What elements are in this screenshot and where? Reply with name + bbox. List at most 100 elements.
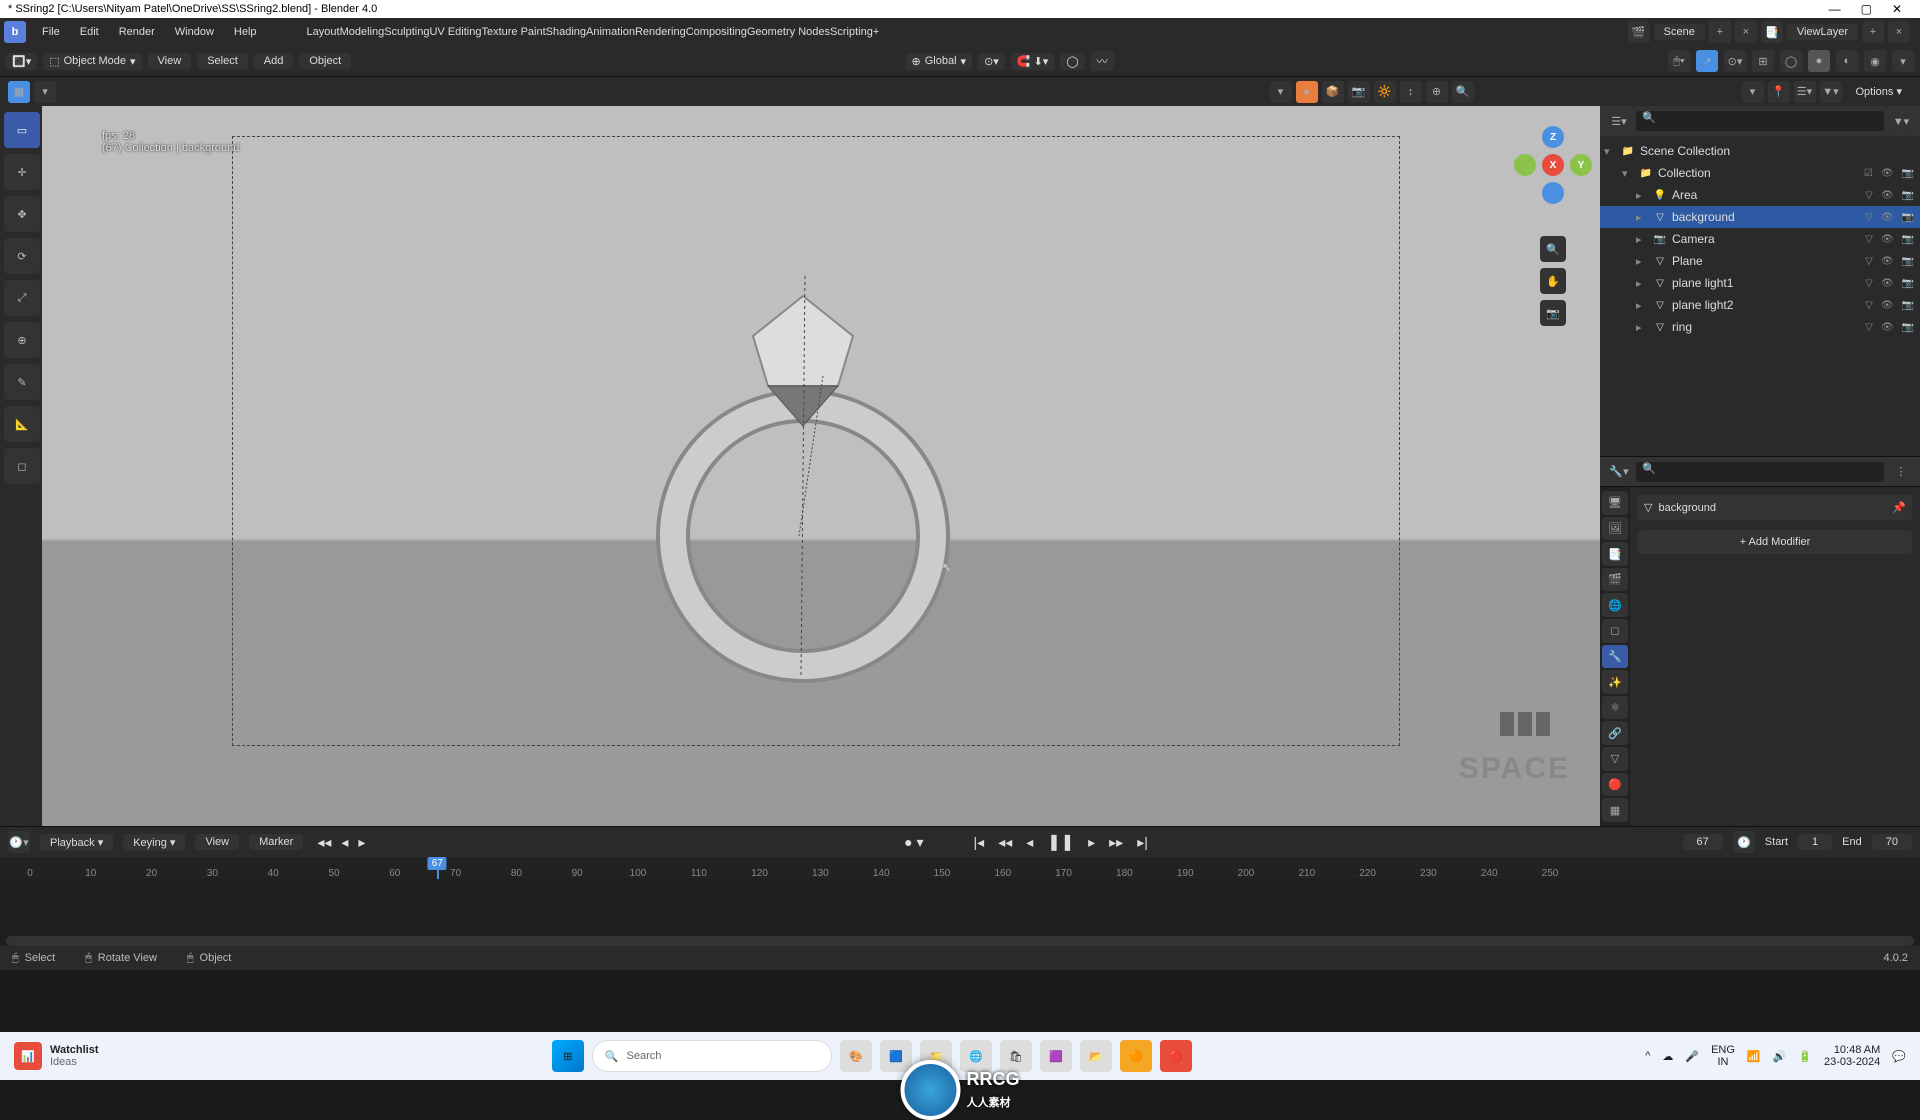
tab-modeling[interactable]: Modeling bbox=[340, 26, 385, 38]
tray-battery-icon[interactable]: 🔋 bbox=[1798, 1050, 1812, 1063]
menu-add[interactable]: Add bbox=[254, 53, 294, 69]
tree-item-background[interactable]: ▸ ▽ background ▽ 👁 📷 bbox=[1600, 206, 1920, 228]
editor-type-selector[interactable]: 🔳▾ bbox=[6, 53, 37, 70]
modifier-link-icon[interactable]: ▽ bbox=[1863, 234, 1875, 245]
render-icon[interactable]: 📷 bbox=[1900, 278, 1916, 289]
viewlayer-new-icon[interactable]: + bbox=[1862, 21, 1884, 43]
eye-icon[interactable]: 👁 bbox=[1879, 190, 1896, 201]
render-icon[interactable]: 📷 bbox=[1900, 256, 1916, 267]
pan-icon[interactable]: ✋ bbox=[1540, 268, 1566, 294]
render-icon[interactable]: 📷 bbox=[1900, 234, 1916, 245]
start-button[interactable]: ⊞ bbox=[552, 1040, 584, 1072]
timeline-scrollbar[interactable] bbox=[6, 936, 1914, 946]
prop-tab-object[interactable]: ◻ bbox=[1602, 619, 1628, 643]
xray-icon[interactable]: ⊞ bbox=[1752, 50, 1774, 72]
autokey-record-icon[interactable]: ● ▾ bbox=[900, 832, 927, 853]
minimize-button[interactable]: — bbox=[1819, 2, 1851, 16]
jump-end-icon[interactable]: ▸| bbox=[1133, 832, 1152, 853]
render-icon[interactable]: 📷 bbox=[1900, 190, 1916, 201]
header-icon-2[interactable]: 📍 bbox=[1768, 81, 1790, 103]
eye-icon[interactable]: 👁 bbox=[1879, 256, 1896, 267]
taskbar-search-input[interactable]: 🔍 Search bbox=[592, 1040, 832, 1072]
menu-window[interactable]: Window bbox=[165, 22, 224, 42]
axis-y-icon[interactable]: Y bbox=[1570, 154, 1592, 176]
menu-help[interactable]: Help bbox=[224, 22, 267, 42]
timeline-ruler[interactable]: 0102030405060708090100110120130140150160… bbox=[0, 857, 1920, 879]
header-icon-1[interactable]: ▾ bbox=[1742, 81, 1764, 103]
modifier-link-icon[interactable]: ▽ bbox=[1863, 190, 1875, 201]
select-mode-icon[interactable]: ▾ bbox=[34, 81, 56, 103]
pause-button[interactable]: ❚❚ bbox=[1043, 830, 1078, 854]
tray-mic-icon[interactable]: 🎤 bbox=[1685, 1050, 1699, 1063]
cursor-tool[interactable]: ✛ bbox=[4, 154, 40, 190]
properties-breadcrumb[interactable]: ▽ background 📌 bbox=[1638, 495, 1912, 520]
shading-options-icon[interactable]: ▾ bbox=[1892, 50, 1914, 72]
prop-tab-particles[interactable]: ✨ bbox=[1602, 670, 1628, 694]
tray-volume-icon[interactable]: 🔊 bbox=[1773, 1050, 1787, 1063]
tree-item-plane-light2[interactable]: ▸ ▽ plane light2 ▽ 👁 📷 bbox=[1600, 294, 1920, 316]
eye-icon[interactable]: 👁 bbox=[1879, 168, 1896, 179]
taskbar-widgets[interactable]: 📊 Watchlist Ideas bbox=[14, 1042, 99, 1070]
modifier-link-icon[interactable]: ▽ bbox=[1863, 278, 1875, 289]
outliner-editor-icon[interactable]: ☰▾ bbox=[1608, 110, 1630, 132]
tab-layout[interactable]: Layout bbox=[307, 26, 340, 38]
outliner-filter-icon[interactable]: ▼▾ bbox=[1890, 110, 1912, 132]
scene-delete-icon[interactable]: × bbox=[1735, 21, 1757, 43]
play-forward-icon[interactable]: ▸ bbox=[1084, 832, 1099, 853]
tree-item-ring[interactable]: ▸ ▽ ring ▽ 👁 📷 bbox=[1600, 316, 1920, 338]
gizmo-visibility-icon[interactable]: 🖱▾ bbox=[1668, 50, 1690, 72]
axis-z-icon[interactable]: Z bbox=[1542, 126, 1564, 148]
menu-view[interactable]: View bbox=[148, 53, 192, 69]
tab-compositing[interactable]: Compositing bbox=[686, 26, 747, 38]
select-tool-icon[interactable]: ▦ bbox=[8, 81, 30, 103]
prop-tab-output[interactable]: 🖼 bbox=[1602, 517, 1628, 541]
menu-render[interactable]: Render bbox=[109, 22, 165, 42]
prop-tab-material[interactable]: 🔴 bbox=[1602, 773, 1628, 797]
eye-icon[interactable]: 👁 bbox=[1879, 300, 1896, 311]
blender-logo-icon[interactable]: b bbox=[4, 21, 26, 43]
search-icon[interactable]: 🔍 bbox=[1452, 81, 1474, 103]
shading-solid-icon[interactable]: ● bbox=[1808, 50, 1830, 72]
shading-wireframe-icon[interactable]: ◯ bbox=[1780, 50, 1802, 72]
use-preview-range-icon[interactable]: 🕐 bbox=[1733, 831, 1755, 853]
jump-start-icon[interactable]: |◂ bbox=[970, 832, 989, 853]
measure-tool[interactable]: 📐 bbox=[4, 406, 40, 442]
outliner-search-input[interactable]: 🔍 bbox=[1636, 111, 1884, 131]
pivot-selector[interactable]: ⊙▾ bbox=[978, 53, 1005, 70]
scene-new-icon[interactable]: + bbox=[1709, 21, 1731, 43]
tab-add-button[interactable]: + bbox=[873, 26, 879, 38]
tree-item-Plane[interactable]: ▸ ▽ Plane ▽ 👁 📷 bbox=[1600, 250, 1920, 272]
tab-shading[interactable]: Shading bbox=[546, 26, 586, 38]
axis-x-icon[interactable]: X bbox=[1542, 154, 1564, 176]
tray-chevron-icon[interactable]: ^ bbox=[1645, 1050, 1650, 1062]
tree-item-Area[interactable]: ▸ 💡 Area ▽ 👁 📷 bbox=[1600, 184, 1920, 206]
prop-tab-world[interactable]: 🌐 bbox=[1602, 593, 1628, 617]
axis-icon[interactable]: ↕ bbox=[1400, 81, 1422, 103]
eye-icon[interactable]: 👁 bbox=[1879, 234, 1896, 245]
prop-tab-texture[interactable]: ▦ bbox=[1602, 798, 1628, 822]
prop-tab-constraints[interactable]: 🔗 bbox=[1602, 721, 1628, 745]
current-frame-field[interactable]: 67 bbox=[1683, 834, 1723, 850]
prop-tab-modifiers[interactable]: 🔧 bbox=[1602, 645, 1628, 669]
tab-uv-editing[interactable]: UV Editing bbox=[429, 26, 481, 38]
prop-tab-render[interactable]: 🖥 bbox=[1602, 491, 1628, 515]
collection-checkbox-icon[interactable]: ☑ bbox=[1862, 168, 1875, 179]
scene-browse-icon[interactable]: 🎬 bbox=[1628, 21, 1650, 43]
eye-icon[interactable]: 👁 bbox=[1879, 212, 1896, 223]
keyframe-prev-icon[interactable]: ◂◂ bbox=[994, 832, 1016, 853]
viewlayer-name-field[interactable]: ViewLayer bbox=[1787, 24, 1858, 40]
keyframe-next-icon[interactable]: ▸▸ bbox=[1105, 832, 1127, 853]
tab-rendering[interactable]: Rendering bbox=[635, 26, 686, 38]
timeline-view-menu[interactable]: View bbox=[195, 834, 239, 850]
axis-neg-icon[interactable] bbox=[1514, 154, 1536, 176]
taskbar-app-m[interactable]: 🟪 bbox=[1040, 1040, 1072, 1072]
camera-view-icon[interactable]: 📷 bbox=[1540, 300, 1566, 326]
overlay-icon[interactable]: ⊕ bbox=[1426, 81, 1448, 103]
add-primitive-tool[interactable]: ◻ bbox=[4, 448, 40, 484]
3d-viewport[interactable]: fps: 28 (67) Collection | background ↖ Z… bbox=[42, 106, 1600, 826]
menu-select[interactable]: Select bbox=[197, 53, 248, 69]
header-icon-3[interactable]: ☰▾ bbox=[1794, 81, 1816, 103]
maximize-button[interactable]: ▢ bbox=[1851, 2, 1882, 16]
shading-matprev-icon[interactable]: ◐ bbox=[1836, 50, 1858, 72]
selectable-icon[interactable]: 🔆 bbox=[1374, 81, 1396, 103]
